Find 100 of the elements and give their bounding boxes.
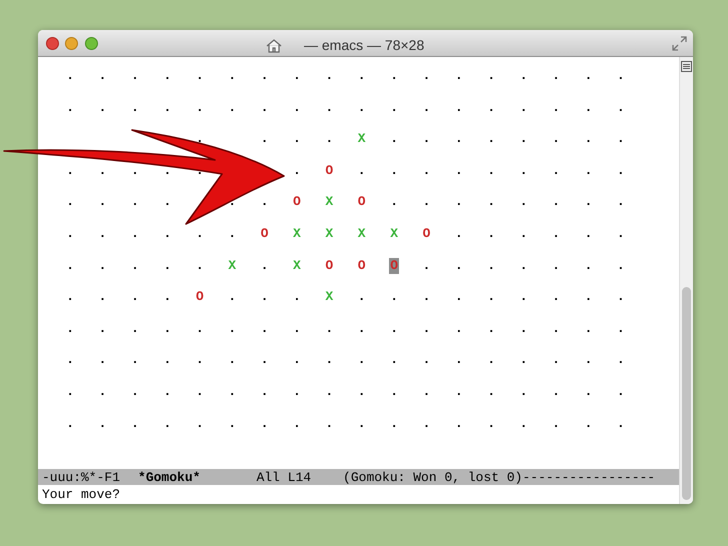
board-point: . (66, 100, 74, 116)
board-point: . (131, 416, 139, 432)
board-point: . (228, 320, 236, 337)
board-point: . (552, 258, 560, 274)
board-point: . (487, 416, 496, 432)
board-point: . (616, 352, 625, 368)
board-point: . (98, 384, 106, 400)
board-point: . (98, 289, 106, 306)
board-point: . (325, 320, 334, 337)
window-title: — emacs — 78×28 (304, 36, 424, 55)
board-point: . (422, 384, 430, 400)
board-point: . (584, 416, 592, 432)
board-point: . (487, 352, 496, 368)
board-point: . (228, 100, 236, 116)
fullscreen-icon[interactable] (672, 36, 687, 51)
mode-line-fill: ----------------- (522, 470, 656, 484)
board-point: . (66, 68, 74, 84)
board-point: . (520, 258, 528, 274)
board-point: . (260, 384, 268, 400)
board-point: . (520, 289, 528, 306)
board-point: . (228, 194, 236, 210)
split-icon[interactable] (681, 61, 692, 72)
board-point: . (390, 320, 398, 337)
board-point: . (260, 100, 268, 116)
board-point: . (552, 100, 560, 116)
x-stone: X (228, 258, 236, 274)
board-point: . (228, 68, 236, 84)
board-point: . (131, 258, 139, 274)
board-point: . (98, 416, 106, 432)
zoom-button[interactable] (85, 37, 98, 50)
x-stone: X (325, 226, 334, 242)
o-stone: O (325, 162, 334, 179)
board-point: . (293, 162, 301, 179)
board-point: . (131, 68, 139, 84)
board-point: . (520, 68, 528, 84)
board-point: . (98, 68, 106, 84)
board-point: . (487, 194, 496, 210)
board-point: . (584, 100, 592, 116)
board-point: . (487, 68, 496, 84)
board-point: . (454, 100, 463, 116)
board-point: . (552, 68, 560, 84)
board-point: . (66, 162, 74, 179)
close-button[interactable] (46, 37, 59, 50)
board-point: . (293, 352, 301, 368)
board-point: . (552, 352, 560, 368)
board-point: . (422, 131, 430, 148)
board-point: . (293, 320, 301, 337)
scrollbar[interactable] (679, 57, 693, 504)
board-point: . (98, 162, 106, 179)
o-stone: O (325, 258, 334, 274)
board-point: . (98, 258, 106, 274)
board-point: . (131, 289, 139, 306)
board-point: . (390, 289, 398, 306)
board-point: . (422, 194, 430, 210)
board-point: . (454, 131, 463, 148)
board-point: . (487, 384, 496, 400)
board-point: . (196, 258, 204, 274)
board-point: . (163, 289, 172, 306)
x-stone: X (293, 226, 301, 242)
board-point: . (228, 416, 236, 432)
board-point: . (163, 226, 172, 242)
board-point: . (520, 226, 528, 242)
board-point: . (163, 258, 172, 274)
x-stone: X (293, 258, 301, 274)
board-point: . (131, 352, 139, 368)
board-point: . (293, 131, 301, 148)
board-point: . (196, 68, 204, 84)
o-stone: O (358, 258, 366, 274)
board-point: . (487, 289, 496, 306)
board-point: . (358, 416, 366, 432)
board-point: . (584, 194, 592, 210)
board-point: . (552, 226, 560, 242)
board-point: . (260, 68, 268, 84)
board-point: . (131, 162, 139, 179)
board-point: . (98, 194, 106, 210)
board-point: . (616, 320, 625, 337)
board-point: . (228, 352, 236, 368)
minimize-button[interactable] (65, 37, 78, 50)
board-point: . (325, 131, 334, 148)
board-point: . (616, 258, 625, 274)
board-point: . (422, 162, 430, 179)
board-point: . (552, 416, 560, 432)
o-stone: O (260, 226, 268, 242)
board-point: . (422, 258, 430, 274)
board-point: . (520, 416, 528, 432)
board-point: . (552, 384, 560, 400)
o-stone: O (422, 226, 430, 242)
board-point: . (520, 384, 528, 400)
board-point: . (163, 384, 172, 400)
board-point: . (552, 194, 560, 210)
board-point: . (325, 68, 334, 84)
scroll-thumb[interactable] (682, 287, 691, 500)
board-point: . (390, 352, 398, 368)
board-point: . (98, 320, 106, 337)
board-point: . (196, 352, 204, 368)
board-point: . (454, 289, 463, 306)
board-point: . (616, 226, 625, 242)
board-point: . (390, 416, 398, 432)
mode-info: (Gomoku: Won 0, lost 0) (343, 470, 522, 484)
board-point: . (520, 131, 528, 148)
